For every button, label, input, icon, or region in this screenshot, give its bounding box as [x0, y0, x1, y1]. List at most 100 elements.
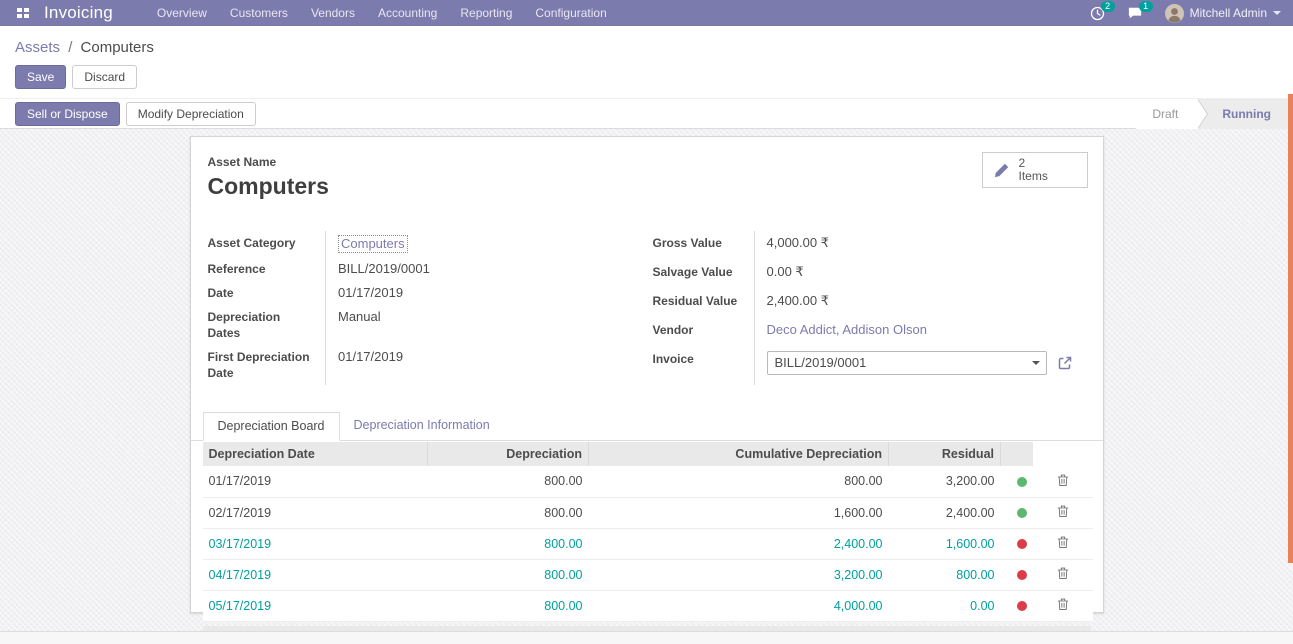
avatar	[1165, 4, 1184, 23]
apps-menu-icon[interactable]	[12, 2, 34, 24]
field-label: Date	[208, 281, 326, 305]
cell-cumulative[interactable]: 3,200.00	[589, 559, 889, 590]
field-value: Deco Addict, Addison Olson	[754, 318, 1073, 347]
tab-depreciation-information[interactable]: Depreciation Information	[340, 412, 504, 440]
col-depreciation-date[interactable]: Depreciation Date	[203, 442, 428, 466]
cell-cumulative[interactable]: 2,400.00	[589, 528, 889, 559]
delete-row-button[interactable]	[1053, 595, 1073, 616]
main-menu: Overview Customers Vendors Accounting Re…	[157, 6, 607, 20]
table-row[interactable]: 01/17/2019 800.00 800.00 3,200.00	[203, 466, 1093, 497]
menu-customers[interactable]: Customers	[230, 6, 288, 20]
table-row[interactable]: 03/17/2019 800.00 2,400.00 1,600.00	[203, 528, 1093, 559]
app-title[interactable]: Invoicing	[44, 3, 113, 23]
discard-button[interactable]: Discard	[72, 65, 137, 89]
cell-depreciation[interactable]: 800.00	[428, 466, 589, 497]
col-depreciation[interactable]: Depreciation	[428, 442, 589, 466]
field-label: Asset Category	[208, 231, 326, 257]
cell-date[interactable]: 01/17/2019	[203, 466, 428, 497]
field-label: Gross Value	[653, 231, 755, 260]
delete-row-button[interactable]	[1053, 471, 1073, 492]
col-cumulative-depreciation[interactable]: Cumulative Depreciation	[589, 442, 889, 466]
cell-residual[interactable]: 800.00	[889, 559, 1001, 590]
cell-residual[interactable]: 0.00	[889, 590, 1001, 621]
cell-cumulative[interactable]: 4,000.00	[589, 590, 889, 621]
depreciation-board: Depreciation Date Depreciation Cumulativ…	[191, 442, 1103, 633]
trash-icon	[1057, 566, 1069, 580]
menu-configuration[interactable]: Configuration	[535, 6, 606, 20]
field-value[interactable]: Manual	[326, 305, 653, 345]
cell-depreciation[interactable]: 800.00	[428, 497, 589, 528]
table-row[interactable]: 05/17/2019 800.00 4,000.00 0.00	[203, 590, 1093, 621]
user-name: Mitchell Admin	[1190, 6, 1267, 20]
sheet-header: Asset Name Computers	[191, 137, 1103, 200]
field-value[interactable]: BILL/2019/0001	[326, 257, 653, 281]
state-draft[interactable]: Draft	[1136, 99, 1198, 129]
cell-date[interactable]: 05/17/2019	[203, 590, 428, 621]
field-value[interactable]: 2,400.00 ₹	[754, 289, 1073, 318]
table-row[interactable]: 04/17/2019 800.00 3,200.00 800.00	[203, 559, 1093, 590]
modify-depreciation-button[interactable]: Modify Depreciation	[126, 102, 256, 126]
trash-icon	[1057, 535, 1069, 549]
menu-vendors[interactable]: Vendors	[311, 6, 355, 20]
vertical-scrollbar[interactable]	[1288, 94, 1293, 563]
user-menu[interactable]: Mitchell Admin	[1165, 4, 1281, 23]
menu-accounting[interactable]: Accounting	[378, 6, 437, 20]
cell-depreciation[interactable]: 800.00	[428, 528, 589, 559]
tab-depreciation-board[interactable]: Depreciation Board	[203, 412, 340, 441]
cell-residual[interactable]: 1,600.00	[889, 528, 1001, 559]
delete-row-button[interactable]	[1053, 533, 1073, 554]
field-salvage-value: Salvage Value 0.00 ₹	[653, 260, 1073, 289]
cell-date[interactable]: 04/17/2019	[203, 559, 428, 590]
field-label: Invoice	[653, 347, 755, 386]
control-panel: Assets / Computers Save Discard 1 / 1 < …	[0, 26, 1293, 89]
field-value[interactable]: 0.00 ₹	[754, 260, 1073, 289]
trash-icon	[1057, 504, 1069, 518]
field-value[interactable]: 4,000.00 ₹	[754, 231, 1073, 260]
breadcrumb-separator: /	[68, 39, 72, 56]
sell-or-dispose-button[interactable]: Sell or Dispose	[15, 102, 120, 126]
field-value[interactable]: 01/17/2019	[326, 281, 653, 305]
delete-row-button[interactable]	[1053, 502, 1073, 523]
cell-depreciation[interactable]: 800.00	[428, 559, 589, 590]
table-row[interactable]: 02/17/2019 800.00 1,600.00 2,400.00	[203, 497, 1093, 528]
posted-status-dot	[1017, 477, 1027, 487]
field-date: Date 01/17/2019	[208, 281, 653, 305]
breadcrumb: Assets / Computers	[0, 26, 1293, 56]
cell-cumulative[interactable]: 1,600.00	[589, 497, 889, 528]
state-running-active[interactable]: Running	[1198, 99, 1293, 129]
cell-date[interactable]: 02/17/2019	[203, 497, 428, 528]
cell-date[interactable]: 03/17/2019	[203, 528, 428, 559]
field-label: First Depreciation Date	[208, 345, 326, 385]
field-first-depreciation-date: First Depreciation Date 01/17/2019	[208, 345, 653, 385]
menu-reporting[interactable]: Reporting	[460, 6, 512, 20]
cell-cumulative[interactable]: 800.00	[589, 466, 889, 497]
cell-residual[interactable]: 2,400.00	[889, 497, 1001, 528]
menu-overview[interactable]: Overview	[157, 6, 207, 20]
unposted-status-dot	[1017, 601, 1027, 611]
external-link-icon[interactable]	[1057, 355, 1073, 371]
invoice-select	[767, 351, 1047, 375]
asset-form-sheet: 2 Items Asset Name Computers Asset Categ…	[190, 136, 1104, 613]
activity-menu[interactable]: 2	[1090, 6, 1105, 21]
save-button[interactable]: Save	[15, 65, 66, 89]
state-running-label: Running	[1222, 107, 1271, 121]
asset-category-link[interactable]: Computers	[338, 235, 408, 253]
arrow-separator-inner	[1197, 99, 1207, 129]
items-stat-button[interactable]: 2 Items	[982, 152, 1088, 188]
field-value[interactable]: 01/17/2019	[326, 345, 653, 385]
cell-depreciation[interactable]: 800.00	[428, 590, 589, 621]
stat-button-text: 2 Items	[1019, 157, 1048, 183]
cell-residual[interactable]: 3,200.00	[889, 466, 1001, 497]
breadcrumb-assets[interactable]: Assets	[15, 39, 60, 56]
asset-name-value[interactable]: Computers	[208, 173, 1087, 200]
unposted-status-dot	[1017, 570, 1027, 580]
invoice-input[interactable]	[767, 351, 1047, 375]
col-residual[interactable]: Residual	[889, 442, 1001, 466]
invoice-widget	[767, 351, 1073, 375]
delete-row-button[interactable]	[1053, 564, 1073, 585]
asset-name-label: Asset Name	[208, 155, 1087, 169]
vendor-link[interactable]: Deco Addict, Addison Olson	[767, 322, 927, 337]
notebook-tabs: Depreciation Board Depreciation Informat…	[191, 412, 1103, 441]
field-value	[754, 347, 1073, 386]
messages-menu[interactable]: 1	[1127, 6, 1143, 20]
